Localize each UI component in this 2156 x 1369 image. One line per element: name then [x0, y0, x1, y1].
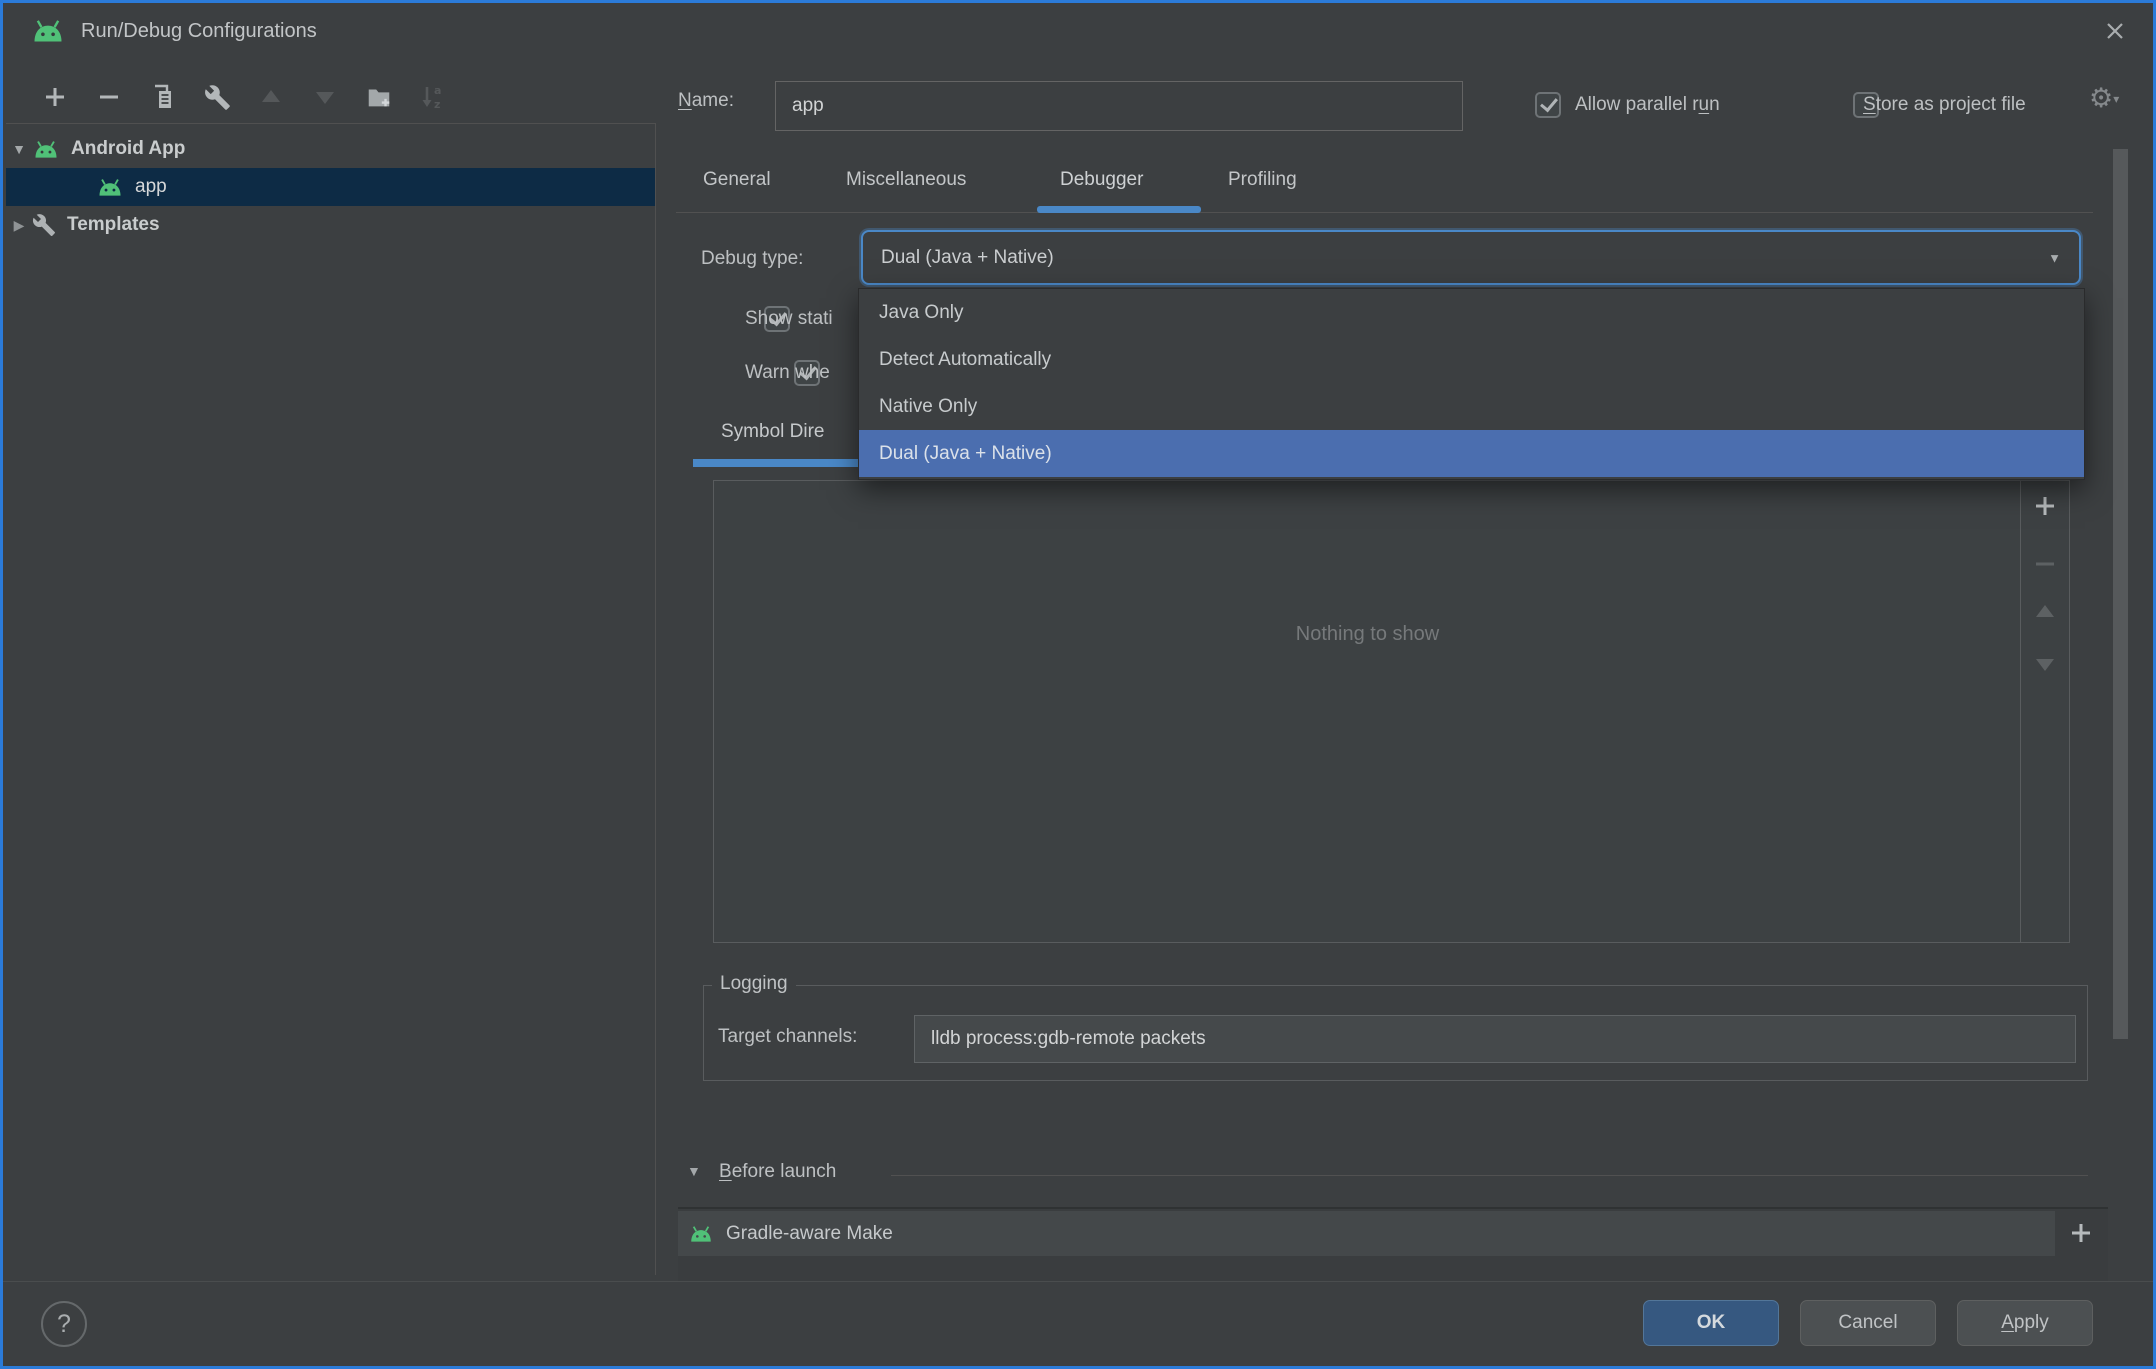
tab-profiling[interactable]: Profiling — [1228, 169, 1297, 191]
new-folder-icon[interactable] — [365, 83, 393, 111]
cancel-button[interactable]: Cancel — [1800, 1300, 1936, 1346]
symbol-directories-list: Nothing to show — [713, 480, 2070, 943]
configurations-tree: ▼ Android App app ▶ Templates — [6, 123, 656, 1275]
dialog-title: Run/Debug Configurations — [81, 20, 317, 43]
android-icon — [32, 139, 60, 160]
wrench-icon — [32, 213, 56, 237]
tree-item-templates[interactable]: ▶ Templates — [6, 206, 655, 244]
list-add-icon[interactable] — [2021, 493, 2069, 519]
question-mark-icon: ? — [57, 1310, 71, 1339]
before-launch-separator — [891, 1175, 2088, 1176]
before-launch-item-gradle-aware-make[interactable]: Gradle-aware Make — [678, 1211, 2055, 1256]
empty-list-message: Nothing to show — [714, 623, 2021, 646]
option-java-only[interactable]: Java Only — [859, 289, 2084, 336]
chevron-down-icon[interactable]: ▼ — [687, 1163, 701, 1179]
option-detect-automatically[interactable]: Detect Automatically — [859, 336, 2084, 383]
chevron-right-icon[interactable]: ▶ — [6, 217, 32, 234]
allow-parallel-run-label: Allow parallel run — [1575, 94, 1720, 116]
warn-when-label: Warn whe — [745, 362, 830, 384]
list-toolbar — [2020, 481, 2069, 942]
before-launch-label: Before launch — [719, 1161, 836, 1183]
name-label: Name: — [678, 90, 734, 112]
show-static-label: Show stati — [745, 308, 833, 330]
tree-item-android-app[interactable]: ▼ Android App — [6, 130, 655, 168]
before-launch-list: Gradle-aware Make — [678, 1207, 2108, 1281]
move-down-icon[interactable] — [311, 83, 339, 111]
run-debug-configurations-dialog: Run/Debug Configurations — [0, 0, 2156, 1369]
logging-group-label: Logging — [712, 973, 796, 995]
copy-icon[interactable] — [149, 83, 177, 111]
android-icon — [96, 177, 124, 198]
tree-item-label: Android App — [71, 138, 185, 160]
debug-type-dropdown-popup: Java Only Detect Automatically Native On… — [858, 288, 2085, 480]
target-channels-label: Target channels: — [718, 1026, 857, 1048]
target-channels-field — [914, 1015, 2076, 1063]
list-move-down-icon[interactable] — [2021, 651, 2069, 677]
allow-parallel-run-checkbox[interactable] — [1535, 92, 1561, 118]
symbol-directories-tab[interactable]: Symbol Dire — [721, 421, 824, 443]
option-native-only[interactable]: Native Only — [859, 383, 2084, 430]
apply-button[interactable]: Apply — [1957, 1300, 2093, 1346]
tree-item-label: Templates — [67, 214, 160, 236]
tab-general[interactable]: General — [703, 169, 771, 191]
close-icon — [2100, 16, 2130, 46]
chevron-down-icon: ▼ — [2048, 250, 2061, 265]
logging-group: Logging Target channels: — [703, 985, 2088, 1081]
chevron-down-icon[interactable]: ▼ — [6, 141, 32, 157]
footer-separator — [3, 1281, 2153, 1282]
ok-button[interactable]: OK — [1643, 1300, 1779, 1346]
list-remove-icon[interactable] — [2021, 551, 2069, 577]
tab-debugger[interactable]: Debugger — [1060, 169, 1143, 191]
target-channels-input[interactable] — [915, 1016, 2075, 1062]
tree-item-label: app — [135, 176, 167, 198]
name-input[interactable] — [776, 82, 1462, 130]
android-icon — [30, 17, 66, 45]
tree-item-app[interactable]: app — [6, 168, 655, 206]
move-up-icon[interactable] — [257, 83, 285, 111]
svg-text:a: a — [434, 84, 441, 97]
name-field — [775, 81, 1463, 131]
add-icon[interactable] — [41, 83, 69, 111]
selected-tab-underline — [1037, 206, 1201, 213]
help-button[interactable]: ? — [41, 1301, 87, 1347]
before-launch-add-icon[interactable] — [2068, 1220, 2094, 1246]
option-dual-java-native[interactable]: Dual (Java + Native) — [859, 430, 2084, 477]
tab-miscellaneous[interactable]: Miscellaneous — [846, 169, 966, 191]
debug-type-value: Dual (Java + Native) — [863, 247, 1054, 269]
close-button[interactable] — [2097, 13, 2133, 49]
configurations-toolbar: a z — [41, 75, 447, 119]
titlebar: Run/Debug Configurations — [3, 3, 2153, 59]
tab-separator-line — [676, 212, 2093, 213]
store-as-project-file-label: Store as project file — [1863, 94, 2026, 116]
sort-alphabetically-icon[interactable]: a z — [419, 83, 447, 111]
edit-defaults-wrench-icon[interactable] — [203, 83, 231, 111]
debug-type-label: Debug type: — [701, 248, 803, 270]
list-move-up-icon[interactable] — [2021, 599, 2069, 625]
debug-type-combobox[interactable]: Dual (Java + Native) ▼ — [861, 230, 2081, 285]
vertical-scrollbar[interactable] — [2113, 149, 2128, 1039]
gear-icon[interactable]: ⚙▾ — [2089, 83, 2119, 114]
remove-icon[interactable] — [95, 83, 123, 111]
android-icon — [688, 1224, 714, 1244]
before-launch-item-label: Gradle-aware Make — [726, 1223, 893, 1245]
svg-text:z: z — [434, 98, 440, 111]
